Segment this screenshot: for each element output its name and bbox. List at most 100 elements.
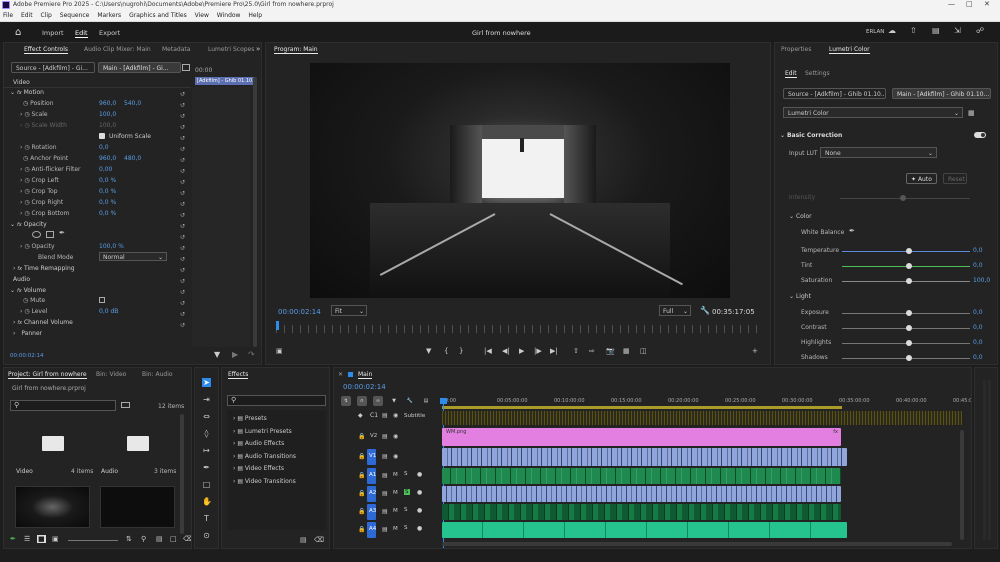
v1-track-label[interactable]: V1 [369, 453, 376, 459]
stopwatch-icon[interactable]: ◷ [23, 155, 28, 162]
lock-icon[interactable]: 🔒 [358, 526, 365, 533]
reset-icon[interactable]: ↺ [180, 177, 190, 188]
quick-export-icon[interactable]: ▤ [932, 26, 940, 35]
source-clip-selector[interactable]: Source - [Adkfilm] - Gi... [11, 62, 95, 73]
slider-value[interactable]: 0,0 [973, 339, 983, 346]
antiflicker-value[interactable]: 0,00 [99, 166, 112, 173]
microphone-icon[interactable]: ● [417, 525, 422, 532]
step-back-icon[interactable]: ◀| [502, 347, 510, 355]
reset-icon[interactable]: ↺ [180, 320, 190, 331]
eye-icon[interactable]: ◉ [393, 453, 398, 460]
step-forward-icon[interactable]: |▶ [534, 347, 542, 355]
stopwatch-icon[interactable]: ◷ [24, 166, 29, 173]
position-y-value[interactable]: 540,0 [124, 100, 141, 107]
tab-bin-video[interactable]: Bin: Video [96, 371, 126, 378]
help-icon[interactable]: ☍ [976, 26, 984, 35]
mark-out-icon[interactable]: } [459, 347, 463, 355]
compare-icon[interactable]: ◫ [640, 347, 647, 355]
insert-nest-icon[interactable]: ↯ [341, 396, 351, 406]
tab-metadata[interactable]: Metadata [162, 46, 190, 53]
effects-folder[interactable]: › ▤ Presets [233, 415, 267, 422]
maximize-icon[interactable]: □ [966, 0, 973, 8]
reset-icon[interactable]: ↺ [180, 122, 190, 133]
crop-right-value[interactable]: 0,0 % [99, 199, 116, 206]
ruler-in-out-bar[interactable] [442, 406, 842, 409]
adjust-slider[interactable] [842, 248, 970, 254]
slider-value[interactable]: 0,0 [973, 262, 983, 269]
delete-icon[interactable]: ⌫ [183, 535, 191, 543]
playhead-marker[interactable] [276, 321, 279, 330]
timeline-settings-icon[interactable]: 🔧 [405, 396, 415, 406]
slider-value[interactable]: 100,0 [973, 277, 990, 284]
go-to-in-icon[interactable]: |◀ [484, 347, 492, 355]
fx-panner[interactable]: › Panner [13, 330, 42, 337]
slider-knob[interactable] [905, 340, 912, 346]
close-icon[interactable]: ✕ [984, 0, 990, 8]
solo-track-button[interactable]: S [404, 471, 408, 477]
mask-rectangle-icon[interactable] [46, 231, 54, 238]
basic-correction-toggle[interactable] [974, 132, 986, 138]
slider-knob[interactable] [905, 310, 912, 316]
sync-lock-icon[interactable]: ▤ [382, 433, 388, 440]
microphone-icon[interactable]: ● [417, 489, 422, 496]
go-to-out-icon[interactable]: ▶| [550, 347, 558, 355]
zoom-slider[interactable] [68, 540, 118, 541]
mask-ellipse-icon[interactable] [32, 231, 41, 238]
mask-pen-icon[interactable]: ✒ [59, 229, 65, 237]
track-target-icon[interactable]: C1 [370, 412, 378, 419]
new-item-icon[interactable]: □ [170, 535, 177, 543]
mute-track-button[interactable]: M [393, 526, 398, 532]
stopwatch-icon[interactable]: ◷ [24, 144, 29, 151]
sync-lock-icon[interactable]: ▤ [382, 526, 388, 533]
subtab-settings[interactable]: Settings [805, 70, 830, 77]
new-bin-bottom-icon[interactable]: ▤ [156, 535, 163, 543]
wrench-icon[interactable]: 🔧 [700, 306, 710, 315]
crop-top-value[interactable]: 0,0 % [99, 188, 116, 195]
linked-selection-icon[interactable]: ∞ [373, 396, 383, 406]
microphone-icon[interactable]: ● [417, 471, 422, 478]
slider-knob[interactable] [905, 325, 912, 331]
reset-icon[interactable]: ↺ [180, 232, 190, 243]
slider-value[interactable]: 0,0 [973, 354, 983, 361]
bin-audio-folder-icon[interactable] [127, 436, 149, 451]
reset-icon[interactable]: ↺ [180, 221, 190, 232]
export-icon[interactable]: ↷ [248, 350, 255, 359]
play-icon[interactable]: ▶ [519, 347, 524, 355]
mark-in-icon[interactable]: { [444, 347, 448, 355]
effects-delete-icon[interactable]: ⌫ [314, 536, 324, 544]
audio-clip[interactable] [442, 468, 841, 484]
audio-thumbnail[interactable] [100, 486, 175, 528]
slider-value[interactable]: 0,0 [973, 309, 983, 316]
share-icon[interactable]: ⇧ [910, 26, 917, 35]
sort-icon[interactable]: ⇅ [126, 535, 132, 543]
reset-icon[interactable]: ↺ [180, 155, 190, 166]
program-scrub-bar[interactable] [276, 325, 762, 333]
sync-lock-icon[interactable]: ▤ [382, 490, 388, 497]
stopwatch-icon[interactable]: ◷ [24, 188, 29, 195]
reset-icon[interactable]: ↺ [180, 199, 190, 210]
project-scrollbar[interactable] [180, 414, 184, 534]
menu-graphics[interactable]: Graphics and Titles [129, 12, 187, 19]
stopwatch-icon[interactable]: ◷ [24, 177, 29, 184]
crop-left-value[interactable]: 0,0 % [99, 177, 116, 184]
reset-icon[interactable]: ↺ [180, 276, 190, 287]
adjust-slider[interactable] [842, 355, 970, 361]
eyedropper-icon[interactable]: ✒ [849, 227, 855, 235]
input-lut-select[interactable]: None ⌄ [820, 147, 937, 158]
auto-button[interactable]: ✦ Auto [906, 173, 937, 184]
opacity-value[interactable]: 100,0 % [99, 243, 124, 250]
timeline-scrollbar-h[interactable] [442, 542, 952, 546]
stopwatch-icon[interactable]: ◷ [24, 243, 29, 250]
play-audio-icon[interactable]: ▶ [232, 350, 238, 359]
extract-icon[interactable]: ⇨ [589, 347, 595, 355]
reset-icon[interactable]: ↺ [180, 309, 190, 320]
adjust-slider[interactable] [842, 310, 970, 316]
sync-lock-icon[interactable]: ▤ [382, 412, 388, 419]
reset-icon[interactable]: ↺ [180, 89, 190, 100]
sync-lock-icon[interactable]: ▤ [382, 472, 388, 479]
selection-tool-icon[interactable]: ➤ [202, 378, 211, 387]
fx-time-remapping[interactable]: › fx Time Remapping [13, 265, 75, 272]
menu-sequence[interactable]: Sequence [60, 12, 90, 19]
intensity-slider[interactable] [840, 195, 970, 201]
timeline-scrollbar-v[interactable] [960, 430, 964, 540]
